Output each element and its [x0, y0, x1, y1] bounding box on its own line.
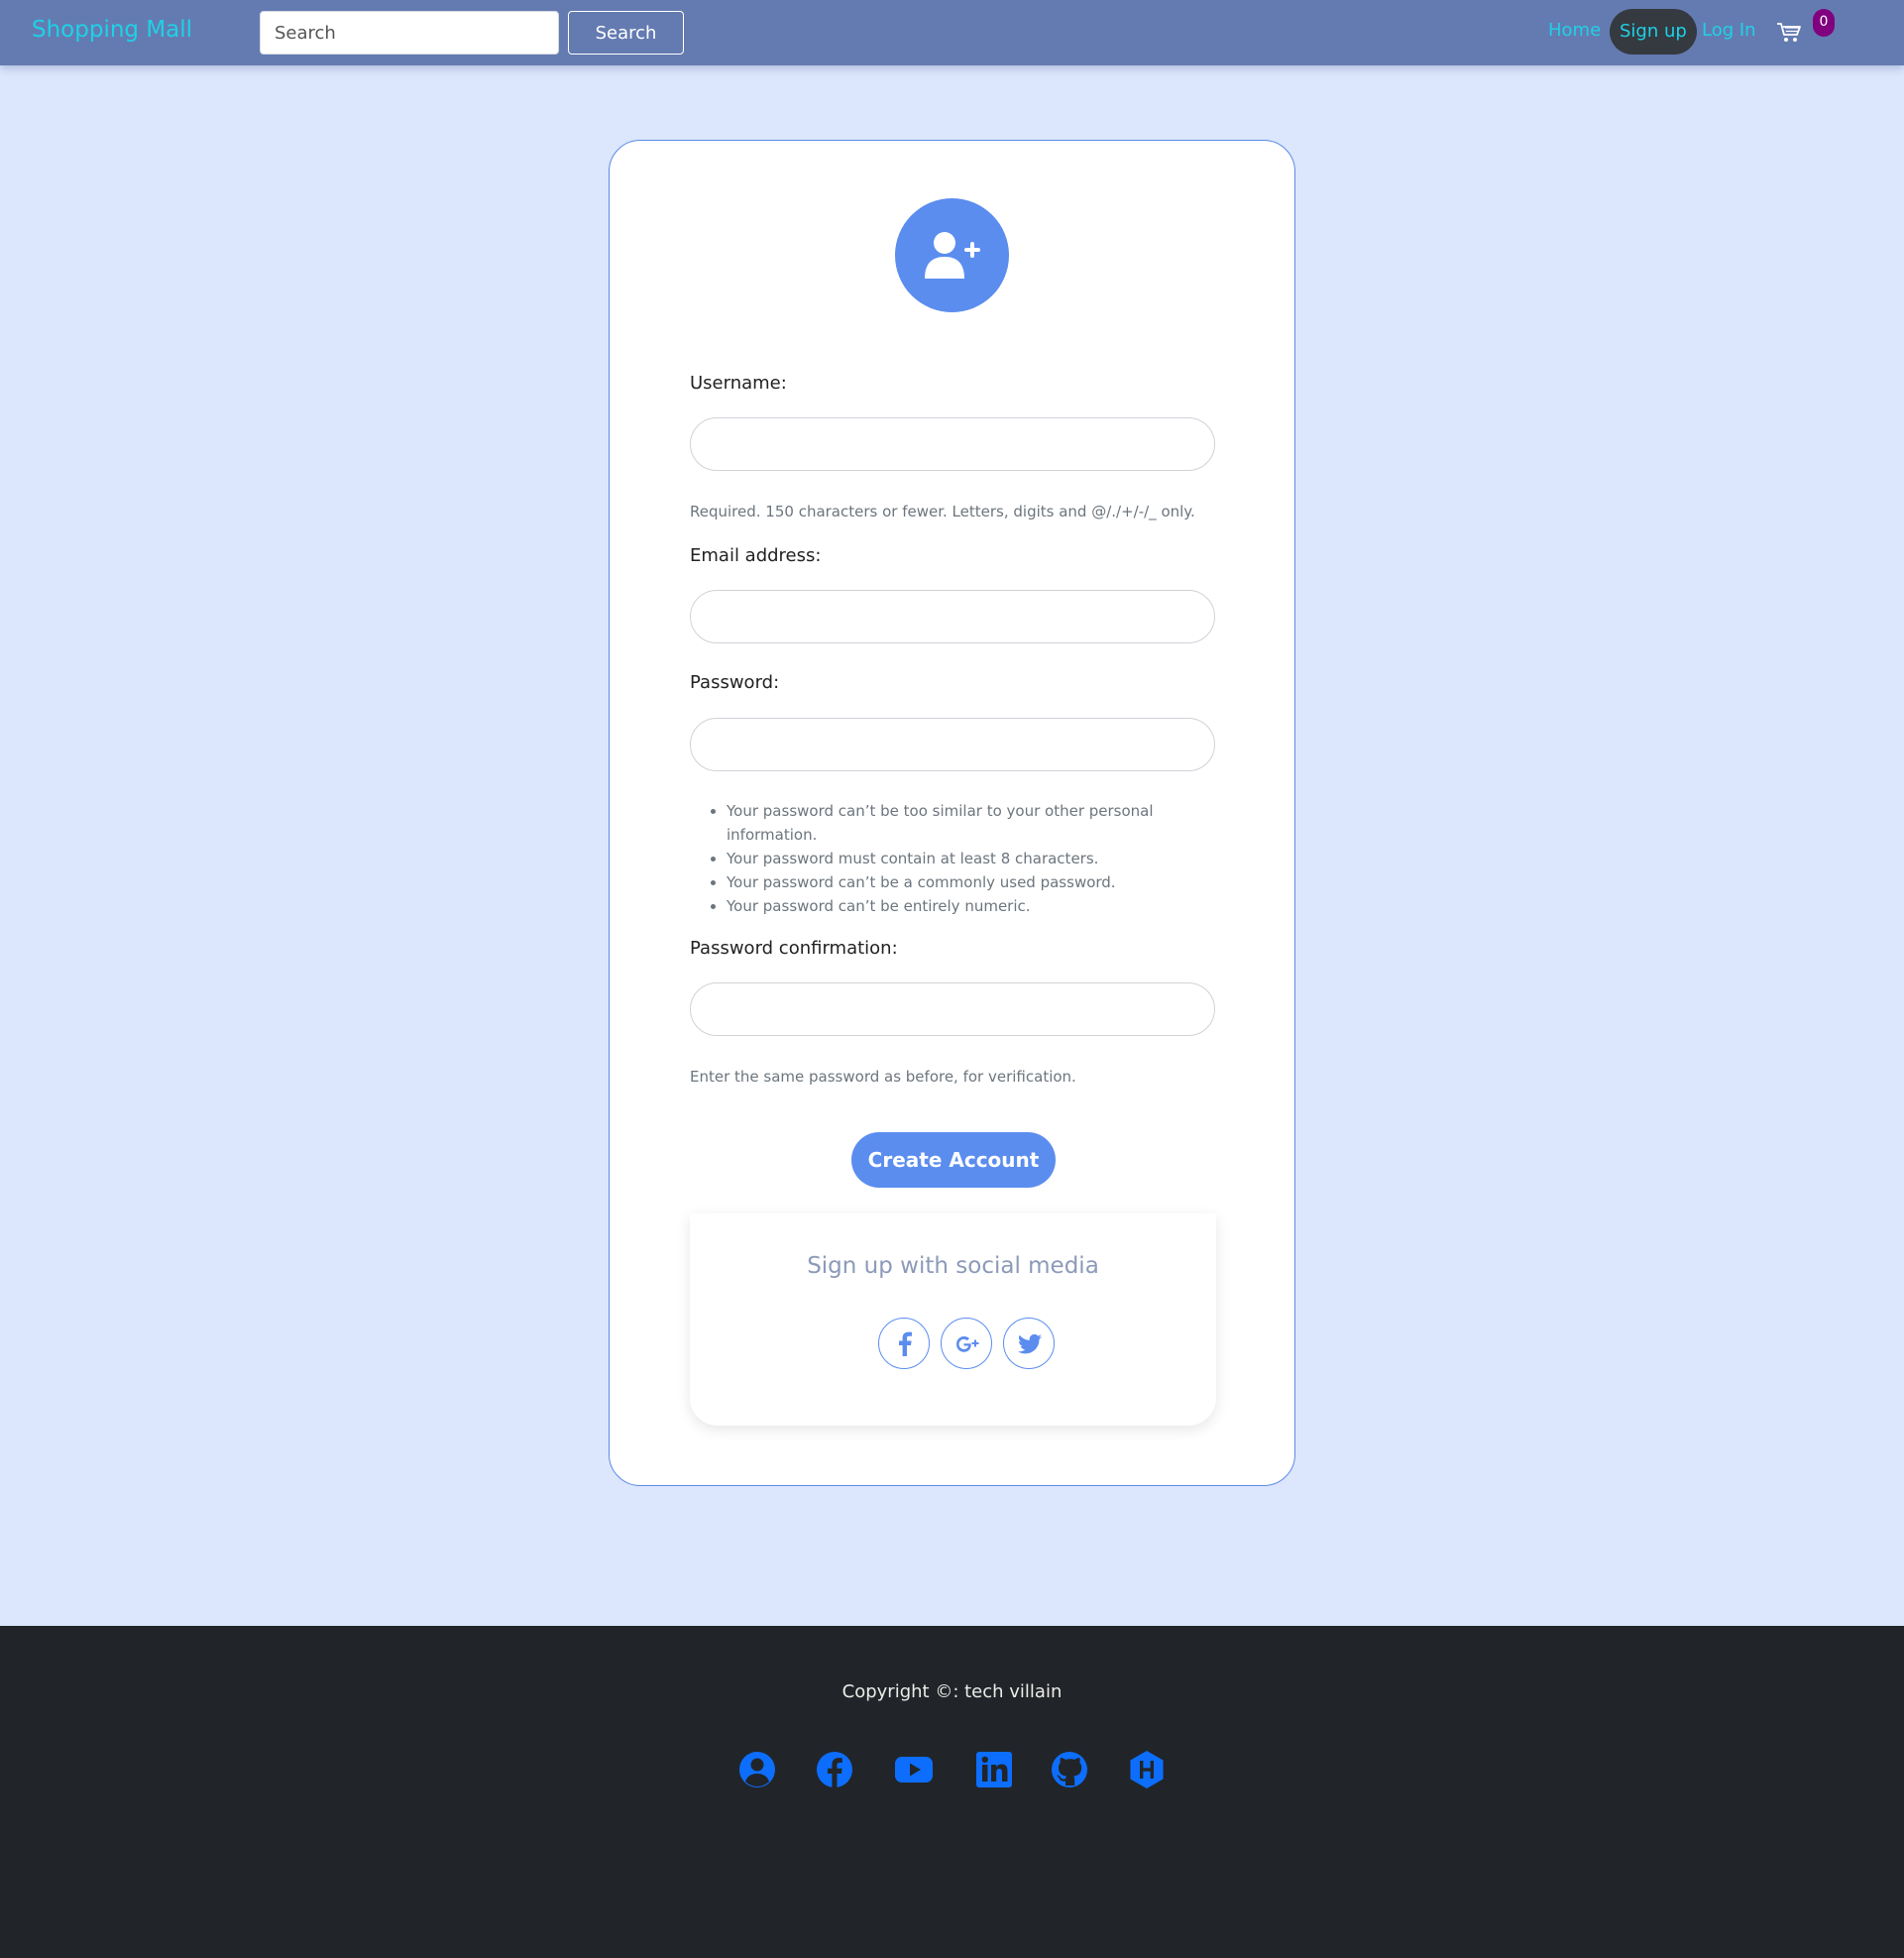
copyright-text: Copyright ©: tech villain — [841, 1681, 1063, 1702]
signup-card: Username: Required. 150 characters or fe… — [609, 140, 1295, 1486]
email-label: Email address: — [690, 545, 822, 566]
search-input[interactable] — [260, 11, 559, 55]
navbar: Shopping Mall Search Home Sign up Log In… — [0, 0, 1904, 65]
twitter-icon — [1018, 1333, 1042, 1354]
nav-signup-link[interactable]: Sign up — [1610, 9, 1697, 55]
password-input[interactable] — [690, 718, 1215, 771]
create-account-button[interactable]: Create Account — [851, 1132, 1056, 1188]
search-button[interactable]: Search — [568, 11, 684, 55]
list-item: Your password must contain at least 8 ch… — [727, 847, 1202, 870]
social-signup-panel: Sign up with social media — [690, 1213, 1216, 1426]
email-input[interactable] — [690, 590, 1215, 643]
shopping-cart-icon[interactable] — [1776, 22, 1802, 44]
username-label: Username: — [690, 373, 787, 394]
nav-login-link[interactable]: Log In — [1702, 20, 1756, 41]
password-confirm-help-text: Enter the same password as before, for v… — [690, 1068, 1076, 1086]
user-plus-icon — [895, 198, 1009, 312]
linkedin-icon[interactable] — [974, 1750, 1014, 1789]
list-item: Your password can’t be too similar to yo… — [727, 799, 1202, 847]
google-plus-signup-button[interactable] — [941, 1318, 992, 1369]
nav-home-link[interactable]: Home — [1548, 20, 1601, 41]
youtube-icon[interactable] — [894, 1750, 934, 1789]
facebook-icon — [899, 1331, 912, 1356]
password-confirm-input[interactable] — [690, 982, 1215, 1036]
password-rules-list: Your password can’t be too similar to yo… — [727, 799, 1202, 918]
password-label: Password: — [690, 672, 780, 693]
hackerrank-icon[interactable] — [1127, 1750, 1167, 1789]
facebook-signup-button[interactable] — [878, 1318, 930, 1369]
cart-count-badge: 0 — [1813, 9, 1835, 37]
list-item: Your password can’t be entirely numeric. — [727, 894, 1202, 918]
github-icon[interactable] — [1050, 1750, 1089, 1789]
social-signup-title: Sign up with social media — [807, 1253, 1099, 1279]
username-help-text: Required. 150 characters or fewer. Lette… — [690, 503, 1195, 520]
facebook-icon[interactable] — [815, 1750, 854, 1789]
google-plus-icon — [956, 1336, 979, 1352]
username-input[interactable] — [690, 417, 1215, 471]
footer: Copyright ©: tech villain — [0, 1626, 1904, 1958]
twitter-signup-button[interactable] — [1003, 1318, 1055, 1369]
brand-link[interactable]: Shopping Mall — [32, 17, 192, 43]
password-confirm-label: Password confirmation: — [690, 938, 898, 959]
user-circle-icon[interactable] — [737, 1750, 777, 1789]
list-item: Your password can’t be a commonly used p… — [727, 870, 1202, 894]
